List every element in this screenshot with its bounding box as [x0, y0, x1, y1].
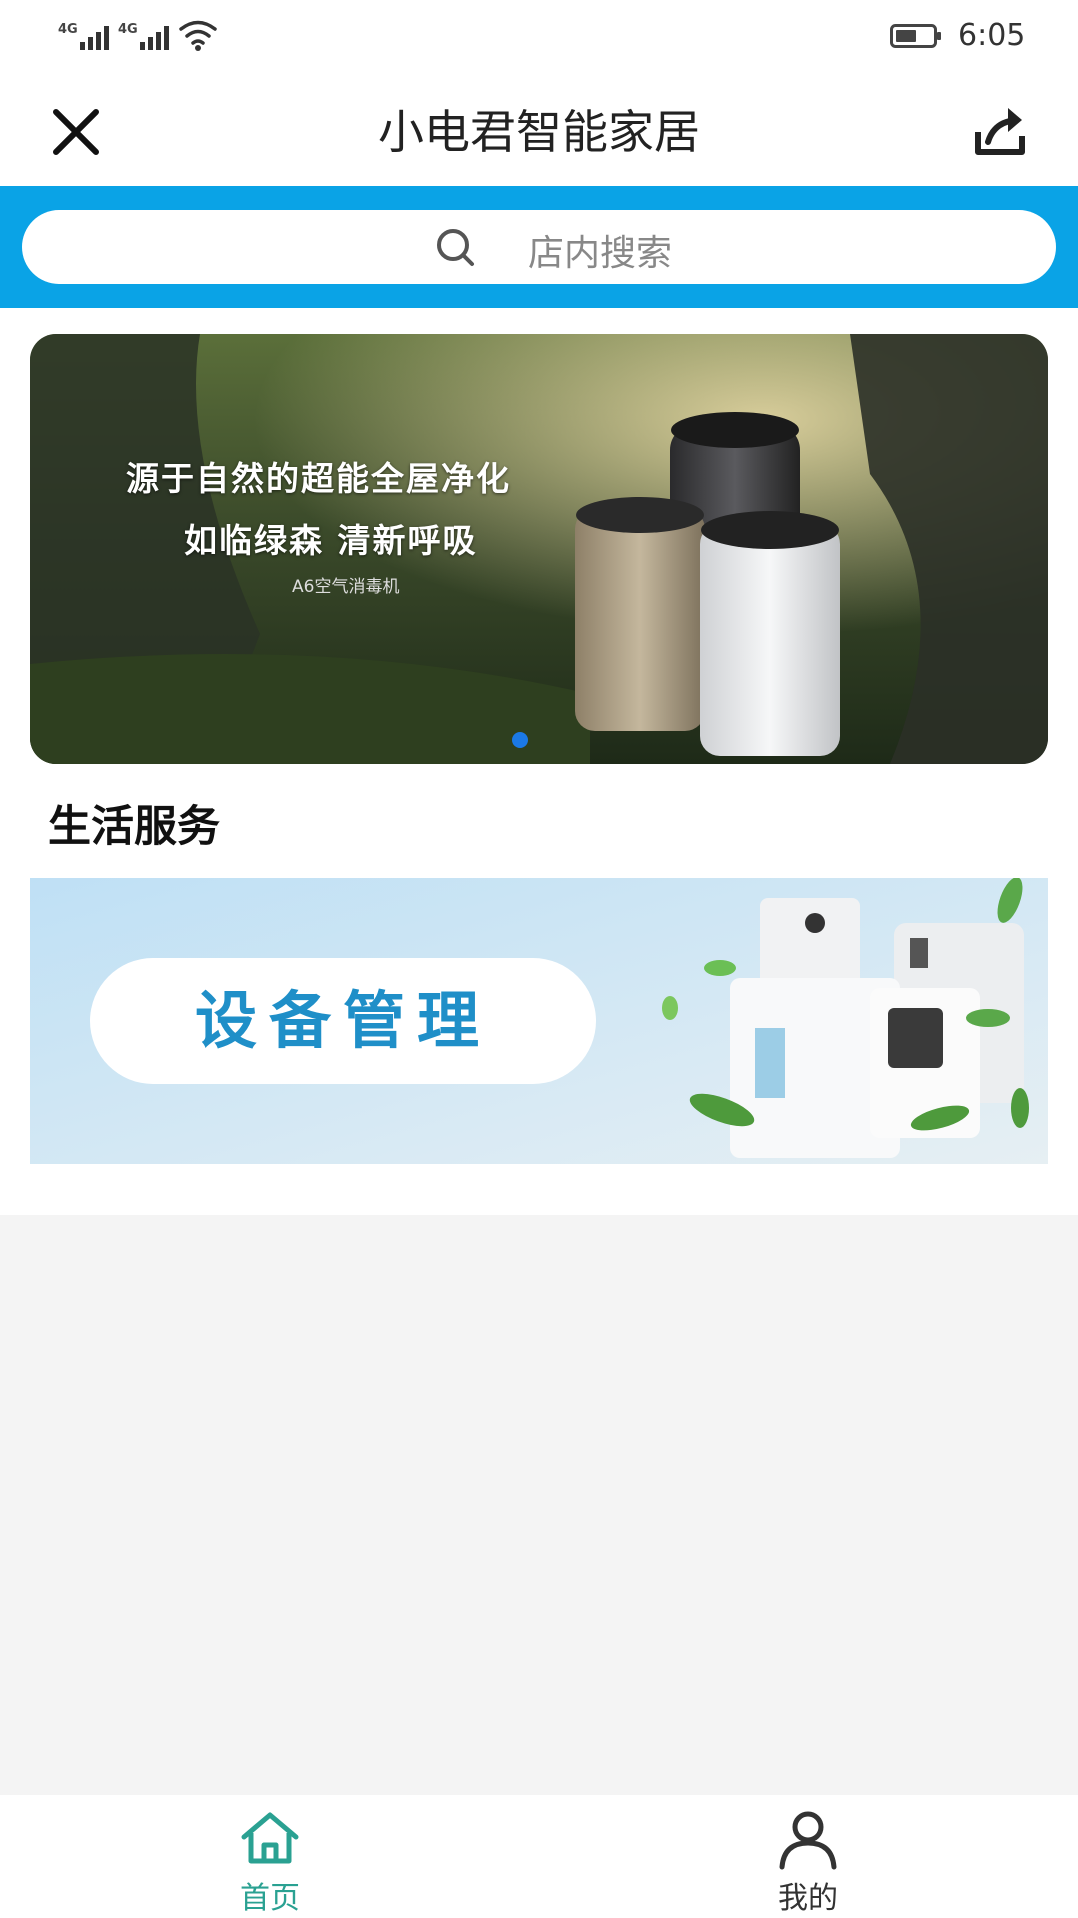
app-header: 小电君智能家居 — [0, 72, 1078, 186]
network-type-2: 4G — [118, 22, 138, 37]
nav-mine-label: 我的 — [778, 1881, 838, 1916]
device-management-card[interactable]: 设备管理 — [30, 878, 1048, 1164]
section-title: 生活服务 — [48, 802, 220, 852]
banner-subheadline: 如临绿森 清新呼吸 — [184, 521, 478, 560]
banner-headline: 源于自然的超能全屋净化 — [126, 459, 511, 498]
device-management-pill: 设备管理 — [90, 958, 596, 1084]
signal-bars-icon — [80, 22, 116, 50]
page-title: 小电君智能家居 — [378, 105, 700, 159]
bottom-nav: 首页 我的 — [0, 1795, 1078, 1918]
forest-purifier-image — [30, 334, 1048, 764]
status-bar: 4G 4G 6:05 — [0, 0, 1078, 72]
network-type-1: 4G — [58, 22, 78, 37]
home-icon — [241, 1812, 299, 1864]
banner-product-name: A6空气消毒机 — [292, 577, 400, 597]
nav-home[interactable]: 首页 — [170, 1795, 370, 1918]
carousel-indicator-dot — [512, 732, 528, 748]
search-icon — [437, 229, 474, 266]
nav-home-label: 首页 — [240, 1881, 300, 1916]
promo-banner[interactable]: 源于自然的超能全屋净化 如临绿森 清新呼吸 A6空气消毒机 — [30, 334, 1048, 764]
search-bar: 店内搜索 — [0, 186, 1078, 308]
wifi-icon — [179, 20, 217, 51]
nav-mine[interactable]: 我的 — [708, 1795, 908, 1918]
device-management-label: 设备管理 — [194, 984, 491, 1057]
user-icon — [779, 1811, 837, 1870]
battery-icon — [890, 24, 941, 48]
signal-bars-icon — [140, 22, 176, 50]
search-placeholder: 店内搜索 — [528, 233, 673, 274]
status-time: 6:05 — [958, 18, 1026, 53]
search-input[interactable]: 店内搜索 — [22, 210, 1056, 284]
share-icon[interactable] — [970, 102, 1030, 162]
